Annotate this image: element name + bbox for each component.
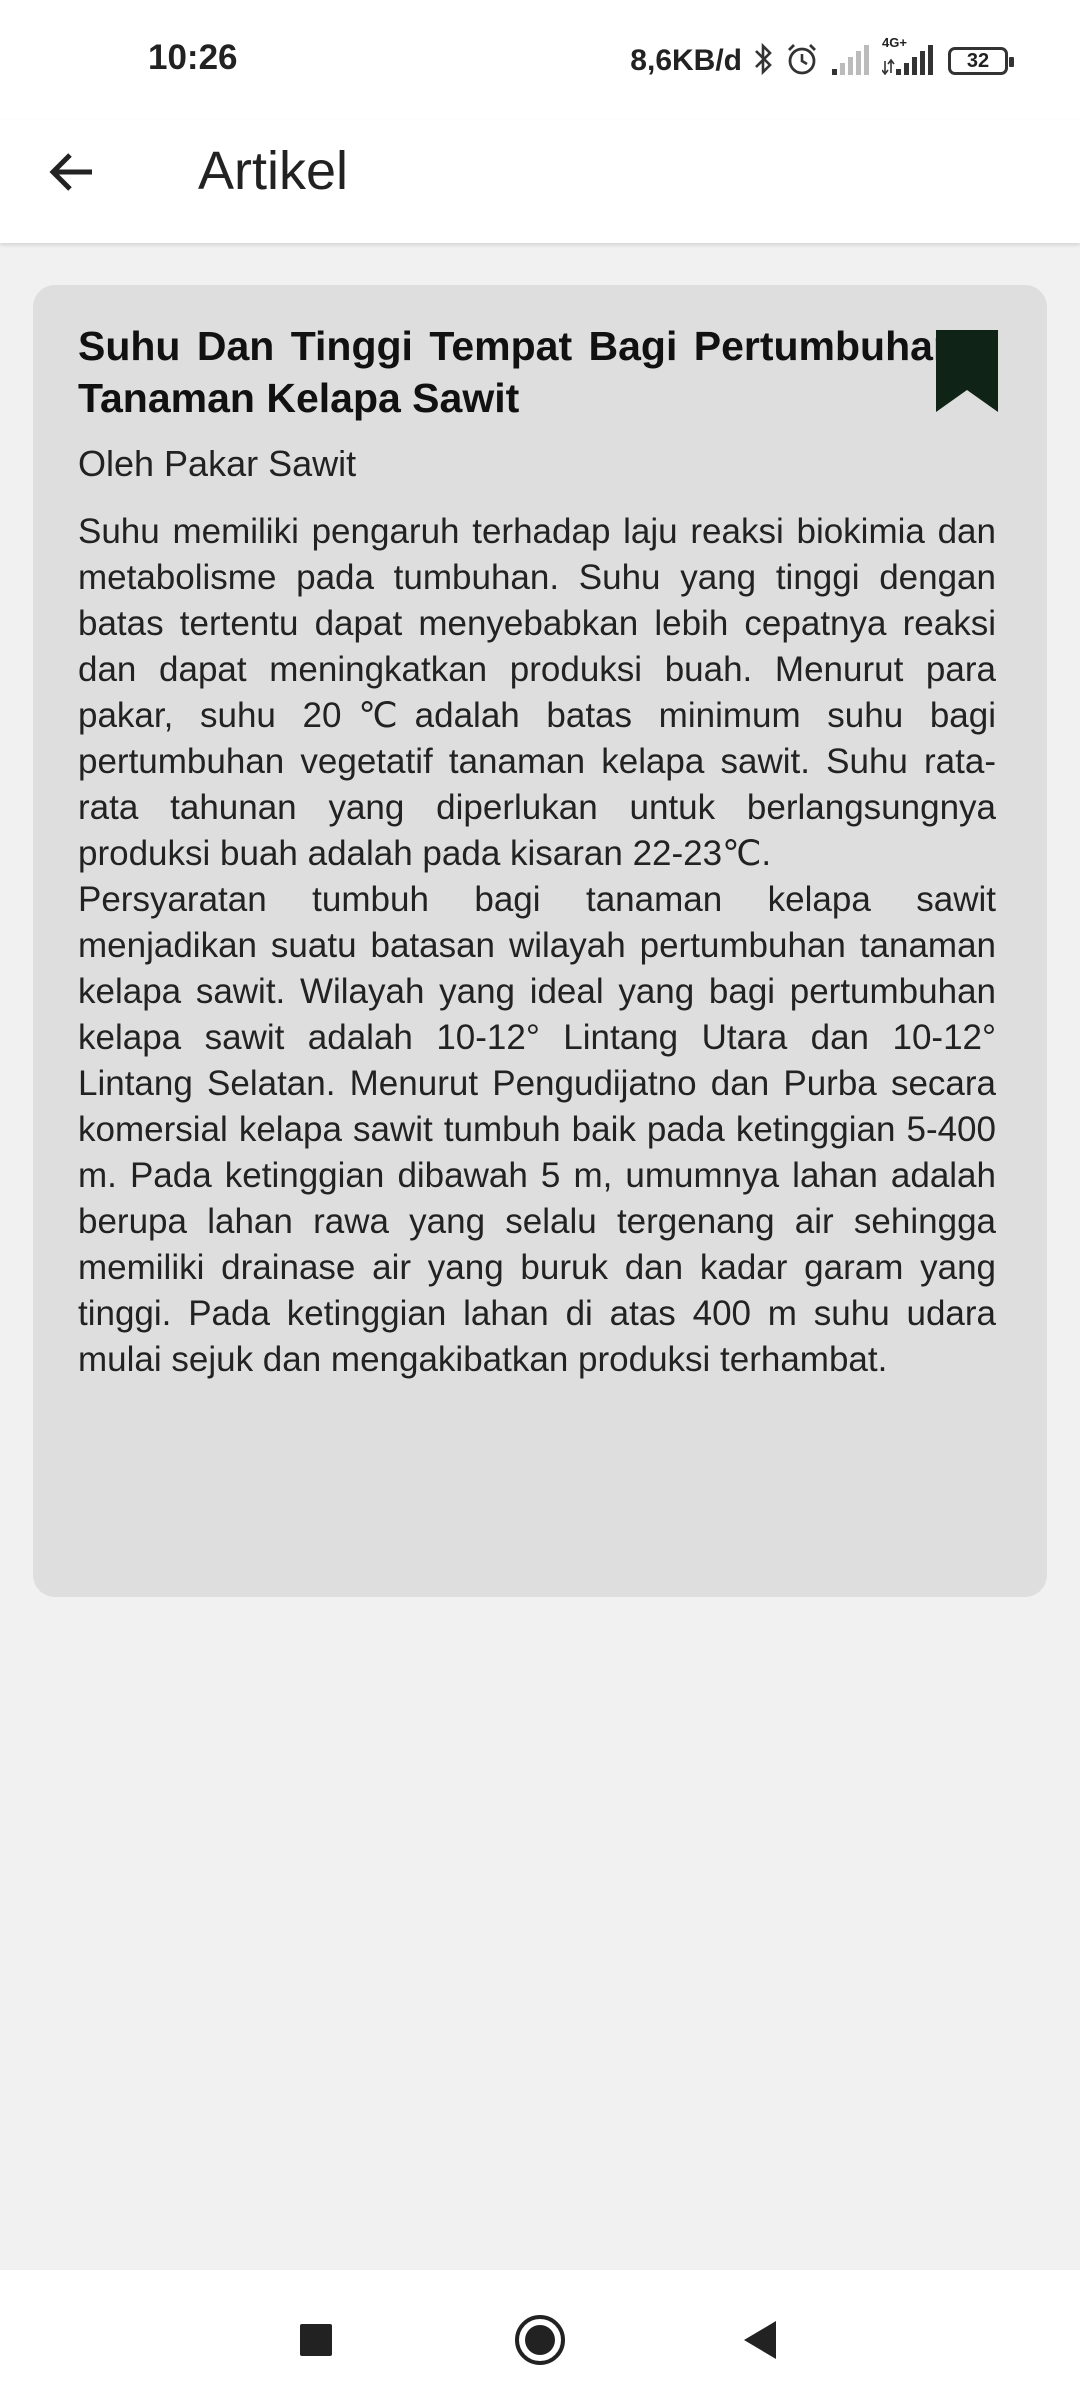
article-body: Suhu memiliki pengaruh terhadap laju rea… (78, 509, 996, 1383)
article-title: Suhu Dan Tinggi Tempat Bagi Pertumbuhan … (78, 323, 958, 421)
nav-back-button[interactable] (720, 2300, 800, 2380)
page-title: Artikel (198, 141, 349, 201)
home-button[interactable] (500, 2300, 580, 2380)
system-nav-bar (0, 2270, 1080, 2400)
article-paragraph: Persyaratan tumbuh bagi tanaman kelapa s… (78, 880, 996, 1379)
recents-button[interactable] (276, 2300, 356, 2380)
network-speed: 8,6KB/d (630, 44, 742, 77)
home-circle-icon (515, 2315, 565, 2365)
bookmark-icon (936, 330, 998, 412)
app-bar: Artikel (0, 120, 1080, 243)
article-card: Suhu Dan Tinggi Tempat Bagi Pertumbuhan … (33, 285, 1047, 1597)
article-paragraph: Suhu memiliki pengaruh terhadap laju rea… (78, 512, 996, 873)
signal-4g-icon: 4G+ (881, 35, 938, 80)
network-type: 4G+ (882, 34, 907, 50)
status-icons: 8,6KB/d 4G+ 32 (630, 35, 1014, 86)
battery-icon: 32 (948, 47, 1014, 75)
back-triangle-icon (744, 2321, 776, 2359)
article-author: Oleh Pakar Sawit (78, 443, 357, 484)
status-time: 10:26 (148, 38, 238, 77)
arrow-left-icon (49, 153, 92, 191)
bookmark-button[interactable] (934, 330, 1000, 412)
signal-icon (830, 43, 872, 80)
bluetooth-icon (752, 42, 774, 81)
recents-square-icon (300, 2324, 332, 2356)
battery-level: 32 (966, 49, 990, 72)
back-button[interactable] (40, 140, 104, 204)
alarm-icon (784, 41, 820, 82)
status-bar: 10:26 8,6KB/d 4G+ 32 (0, 0, 1080, 120)
